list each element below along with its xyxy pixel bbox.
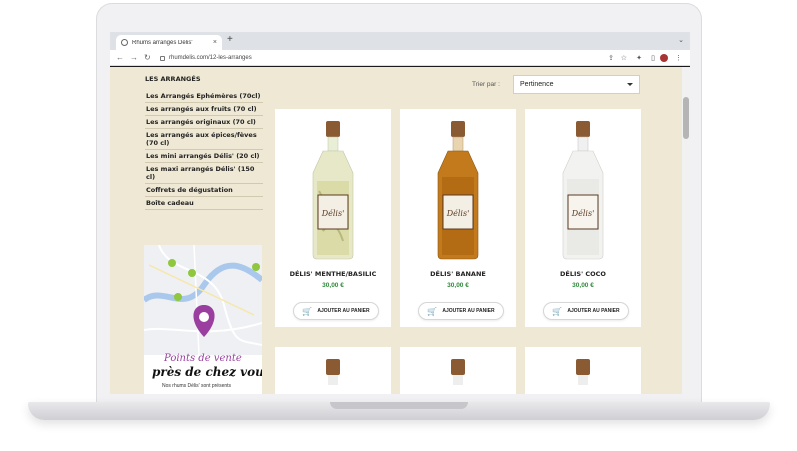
tab-title: Rhums arrangés Délis' xyxy=(132,39,193,46)
chevron-down-icon xyxy=(627,83,633,86)
product-image-coco: Délis' xyxy=(562,121,604,260)
browser-tab[interactable]: Rhums arrangés Délis' × xyxy=(116,35,222,50)
share-icon[interactable]: ⇪ xyxy=(608,54,614,62)
product-card[interactable] xyxy=(525,347,641,394)
sidebar-title: LES ARRANGÉS xyxy=(145,75,201,83)
bottle-cap-icon xyxy=(326,359,340,385)
side-panel-icon[interactable]: ▯ xyxy=(651,54,655,62)
bottle-label: Délis' xyxy=(571,209,595,218)
sidebar-item[interactable]: Les maxi arrangés Délis' (150 cl) xyxy=(145,163,263,184)
url-field[interactable]: rhumdelis.com/12-les-arranges xyxy=(160,53,252,63)
points-of-sale-banner[interactable]: Points de vente près de chez vous Nos rh… xyxy=(144,245,262,394)
cart-icon: 🛒 xyxy=(552,306,563,316)
banner-line-2: près de chez vous xyxy=(152,365,262,379)
add-to-cart-label: AJOUTER AU PANIER xyxy=(317,308,370,314)
add-to-cart-label: AJOUTER AU PANIER xyxy=(567,308,620,314)
sidebar-item[interactable]: Coffrets de dégustation xyxy=(145,184,263,197)
new-tab-button[interactable]: + xyxy=(227,34,233,45)
sort-select[interactable]: Pertinence xyxy=(513,75,640,94)
sidebar-item[interactable]: Les Arrangés Ephémères (70cl) xyxy=(145,90,263,103)
lock-icon xyxy=(160,55,165,61)
sort-label: Trier par : xyxy=(472,81,500,88)
reload-icon[interactable]: ↻ xyxy=(144,53,151,62)
sidebar-item[interactable]: Les mini arrangés Délis' (20 cl) xyxy=(145,150,263,163)
bottle-cap-icon xyxy=(451,359,465,385)
product-name[interactable]: DÉLIS' MENTHE/BASILIC xyxy=(275,270,391,278)
cart-icon: 🛒 xyxy=(302,306,313,316)
bottle-label: Délis' xyxy=(446,209,470,218)
favicon-icon xyxy=(121,39,128,46)
product-image-menthe: Délis' xyxy=(312,121,354,260)
browser-menu-icon[interactable]: ⋮ xyxy=(675,54,682,62)
sort-selected-value: Pertinence xyxy=(520,81,554,88)
url-text: rhumdelis.com/12-les-arranges xyxy=(169,55,252,61)
product-price: 30,00 € xyxy=(447,282,469,289)
address-bar: ← → ↻ rhumdelis.com/12-les-arranges ⇪ ☆ … xyxy=(110,50,690,66)
product-price: 30,00 € xyxy=(572,282,594,289)
laptop-notch xyxy=(330,402,468,409)
stage: Rhums arrangés Délis' × + ⌄ ← → ↻ rhumde… xyxy=(0,0,797,451)
product-card[interactable]: Délis' DÉLIS' BANANE 30,00 € 🛒 AJOUTER A… xyxy=(400,109,516,327)
bottle-label: Délis' xyxy=(321,209,345,218)
add-to-cart-button[interactable]: 🛒 AJOUTER AU PANIER xyxy=(543,302,629,320)
profile-avatar[interactable] xyxy=(660,54,668,62)
add-to-cart-button[interactable]: 🛒 AJOUTER AU PANIER xyxy=(418,302,504,320)
bookmark-star-icon[interactable]: ☆ xyxy=(621,54,627,62)
web-page: LES ARRANGÉS Les Arrangés Ephémères (70c… xyxy=(110,67,690,394)
product-card[interactable] xyxy=(275,347,391,394)
product-card[interactable] xyxy=(400,347,516,394)
back-icon[interactable]: ← xyxy=(116,53,124,62)
sidebar-item[interactable]: Les arrangés aux fruits (70 cl) xyxy=(145,103,263,116)
bottle-cap-icon xyxy=(576,359,590,385)
category-sidebar: LES ARRANGÉS Les Arrangés Ephémères (70c… xyxy=(145,75,263,210)
sidebar-item[interactable]: Les arrangés originaux (70 cl) xyxy=(145,116,263,129)
close-tab-icon[interactable]: × xyxy=(213,39,217,46)
product-name[interactable]: DÉLIS' COCO xyxy=(525,270,641,278)
product-price: 30,00 € xyxy=(322,282,344,289)
add-to-cart-button[interactable]: 🛒 AJOUTER AU PANIER xyxy=(293,302,379,320)
banner-line-3: Nos rhums Délis' sont présents xyxy=(162,383,232,389)
tab-search-icon[interactable]: ⌄ xyxy=(678,36,684,44)
sidebar-item[interactable]: Les arrangés aux épices/fèves (70 cl) xyxy=(145,129,263,150)
forward-icon[interactable]: → xyxy=(130,53,138,62)
banner-line-1: Points de vente xyxy=(164,353,242,364)
tab-bar: Rhums arrangés Délis' × + ⌄ xyxy=(110,32,690,50)
sidebar-item[interactable]: Boîte cadeau xyxy=(145,197,263,210)
product-name[interactable]: DÉLIS' BANANE xyxy=(400,270,516,278)
laptop-screen: Rhums arrangés Délis' × + ⌄ ← → ↻ rhumde… xyxy=(110,32,690,394)
product-image-banane: Délis' xyxy=(437,121,479,260)
scrollbar-thumb[interactable] xyxy=(683,97,689,139)
scrollbar[interactable] xyxy=(682,67,690,394)
product-card[interactable]: Délis' DÉLIS' MENTHE/BASILIC 30,00 € 🛒 A… xyxy=(275,109,391,327)
extensions-icon[interactable]: ✦ xyxy=(636,54,642,62)
add-to-cart-label: AJOUTER AU PANIER xyxy=(442,308,495,314)
product-card[interactable]: Délis' DÉLIS' COCO 30,00 € 🛒 AJOUTER AU … xyxy=(525,109,641,327)
cart-icon: 🛒 xyxy=(427,306,438,316)
